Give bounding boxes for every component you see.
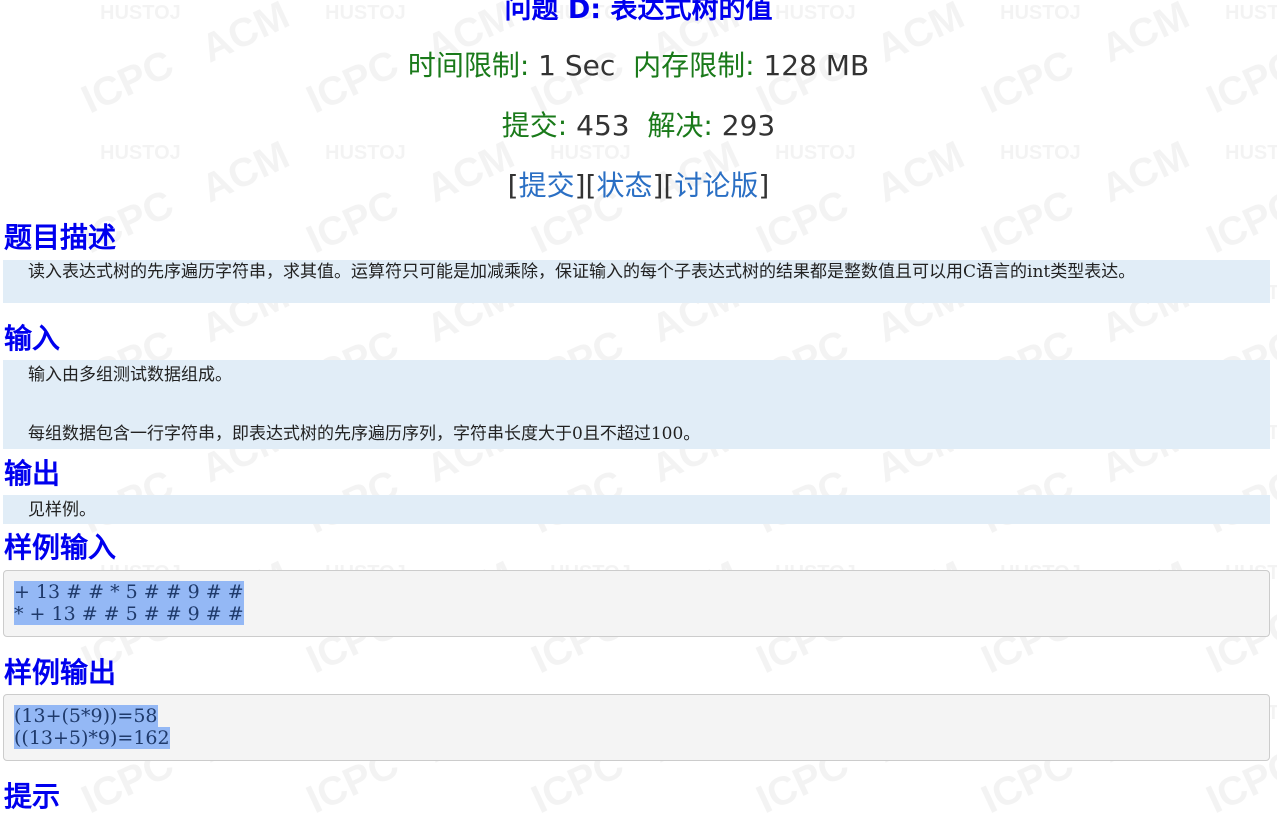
description-heading: 题目描述 bbox=[4, 221, 117, 254]
output-box: 见样例。 bbox=[3, 495, 1270, 524]
memory-limit-value: 128 MB bbox=[763, 49, 870, 82]
sample-output-box[interactable]: (13+(5*9))=58 ((13+5)*9)=162 bbox=[3, 694, 1270, 761]
problem-links: [提交][状态][讨论版] bbox=[507, 169, 770, 202]
description-box: 读入表达式树的先序遍历字符串，求其值。运算符只可能是加减乘除，保证输入的每个子表… bbox=[3, 260, 1270, 303]
stats-line: 提交: 453 解决: 293 bbox=[0, 104, 1277, 144]
sample-output-heading: 样例输出 bbox=[4, 656, 117, 689]
input-box: 输入由多组测试数据组成。 每组数据包含一行字符串，即表达式树的先序遍历序列，字符… bbox=[3, 360, 1270, 449]
problem-title: 问题 D: 表达式树的值 bbox=[504, 0, 773, 25]
watermark-text: HUSTOJ bbox=[775, 142, 856, 165]
limits-line: 时间限制: 1 Sec 内存限制: 128 MB bbox=[0, 44, 1277, 84]
time-limit-value: 1 Sec bbox=[538, 49, 616, 82]
memory-limit-label: 内存限制: bbox=[633, 49, 755, 82]
solved-count-label: 解决: bbox=[647, 109, 713, 142]
submit-count: 453 bbox=[576, 109, 630, 142]
discuss-link[interactable]: 讨论版 bbox=[674, 169, 758, 202]
output-text: 见样例。 bbox=[28, 500, 96, 520]
sample-output-line: ((13+5)*9)=162 bbox=[14, 727, 170, 749]
submit-link[interactable]: 提交 bbox=[519, 169, 575, 202]
output-heading: 输出 bbox=[4, 457, 61, 490]
watermark-text: HUSTOJ bbox=[1000, 142, 1081, 165]
status-link[interactable]: 状态 bbox=[596, 169, 652, 202]
watermark-text: HUSTOJ bbox=[325, 142, 406, 165]
sample-input-box[interactable]: + 13 # # * 5 # # 9 # # * + 13 # # 5 # # … bbox=[3, 570, 1270, 637]
submit-count-label: 提交: bbox=[501, 109, 568, 142]
sample-input-line: * + 13 # # 5 # # 9 # # bbox=[14, 603, 244, 625]
watermark-text: HUSTOJ bbox=[550, 142, 631, 165]
sample-output-line: (13+(5*9))=58 bbox=[14, 705, 158, 727]
sample-input-line: + 13 # # * 5 # # 9 # # bbox=[14, 581, 244, 603]
solved-count: 293 bbox=[721, 109, 776, 142]
watermark-text: HUSTOJ bbox=[100, 142, 181, 165]
hint-heading: 提示 bbox=[4, 780, 61, 813]
watermark-text: HUSTOJ bbox=[1225, 142, 1277, 165]
time-limit-label: 时间限制: bbox=[407, 49, 530, 82]
input-text-line-2: 每组数据包含一行字符串，即表达式树的先序遍历序列，字符串长度大于0且不超过100… bbox=[28, 424, 701, 444]
sample-input-heading: 样例输入 bbox=[4, 531, 117, 564]
description-text: 读入表达式树的先序遍历字符串，求其值。运算符只可能是加减乘除，保证输入的每个子表… bbox=[28, 262, 1136, 282]
input-heading: 输入 bbox=[4, 322, 61, 355]
input-text-line-1: 输入由多组测试数据组成。 bbox=[28, 365, 232, 385]
